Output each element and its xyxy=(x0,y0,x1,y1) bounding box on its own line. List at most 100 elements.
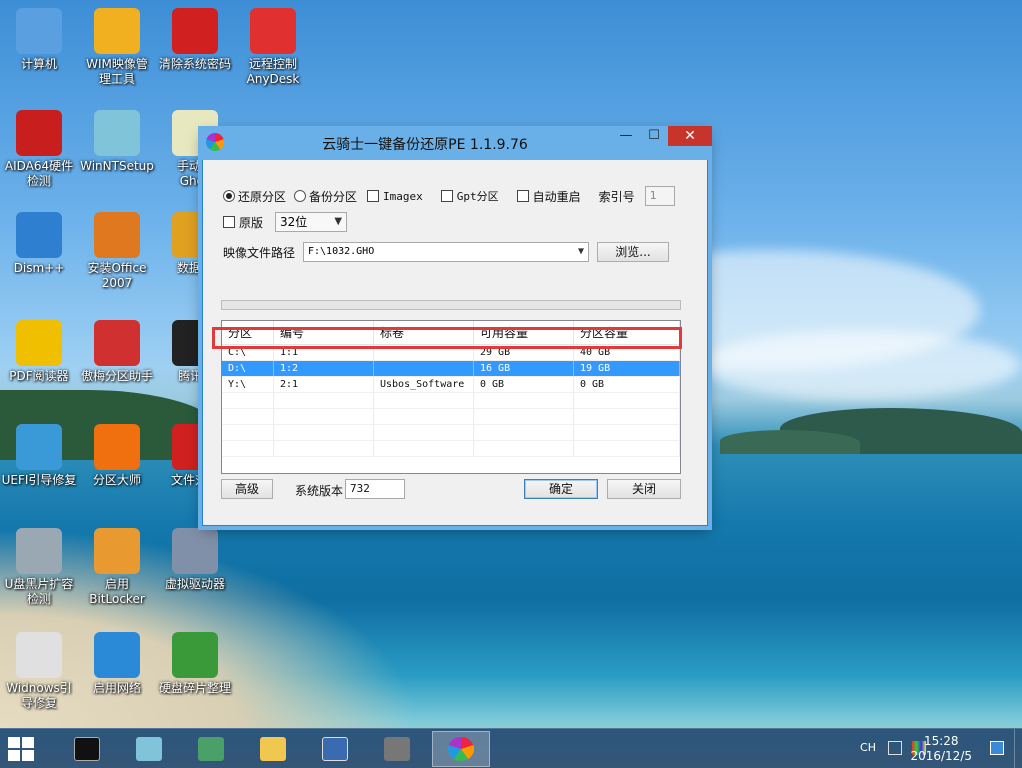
image-path-value: F:\1032.GHO xyxy=(308,246,375,257)
title-bar[interactable]: 云骑士一键备份还原PE 1.1.9.76 — ☐ ✕ xyxy=(198,126,712,160)
table-cell xyxy=(474,441,574,456)
desktop-icon-wim-manager[interactable]: WIM映像管 理工具 xyxy=(78,8,156,87)
gpt-label: Gpt分区 xyxy=(456,190,499,203)
table-cell xyxy=(374,409,474,424)
desktop-icon-network[interactable]: 启用网络 xyxy=(78,632,156,696)
partition-table[interactable]: 分区 编号 标卷 可用容量 分区容量 C:\ 1:1 29 GB 40 GB D:\ 1:… xyxy=(221,320,681,474)
table-cell: Y:\ xyxy=(222,377,274,392)
desktop-icon-aida64[interactable]: AIDA64硬件 检测 xyxy=(0,110,78,189)
start-button[interactable] xyxy=(8,737,34,761)
index-label: 索引号 xyxy=(598,189,635,204)
desktop-icon-pdf-reader[interactable]: PDF阅读器 xyxy=(0,320,78,384)
radio-checked-icon xyxy=(223,190,235,202)
desktop-icon-label: UEFI引导修复 xyxy=(1,473,77,487)
show-desktop-button[interactable] xyxy=(1014,729,1022,768)
desktop-icon-usb-check[interactable]: U盘黑片扩容 检测 xyxy=(0,528,78,607)
table-cell: 1:1 xyxy=(274,345,374,360)
taskbar-network[interactable] xyxy=(182,731,240,767)
column-header[interactable]: 编号 xyxy=(274,321,374,344)
table-row[interactable] xyxy=(222,425,680,441)
table-cell xyxy=(222,425,274,440)
desktop-icon-office2007[interactable]: 安装Office 2007 xyxy=(78,212,156,291)
close-button[interactable]: 关闭 xyxy=(607,479,681,499)
table-cell xyxy=(474,425,574,440)
restore-radio[interactable]: 还原分区 xyxy=(223,188,286,205)
index-input[interactable]: 1 xyxy=(644,186,675,206)
taskbar-backup-app[interactable] xyxy=(432,731,490,767)
desktop-icon-bitlocker[interactable]: 启用 BitLocker xyxy=(78,528,156,607)
bits-select[interactable]: 32位 ▼ xyxy=(275,212,348,232)
column-header[interactable]: 标卷 xyxy=(374,321,474,344)
notification-icon[interactable] xyxy=(990,741,1004,755)
auto-restart-checkbox[interactable]: 自动重启 xyxy=(516,188,581,205)
browse-button[interactable]: 浏览... xyxy=(597,242,669,262)
image-path-select[interactable]: F:\1032.GHO ▼ xyxy=(303,242,589,262)
table-body: C:\ 1:1 29 GB 40 GB D:\ 1:2 16 GB 19 GB Y:\ 2:1 Us… xyxy=(222,345,680,457)
desktop-icon-windows-repair[interactable]: Widnows引 导修复 xyxy=(0,632,78,711)
desktop-icon-label: 启用网络 xyxy=(92,681,141,695)
desktop-icon-label: 启用 BitLocker xyxy=(89,577,145,606)
ok-button[interactable]: 确定 xyxy=(524,479,598,499)
table-cell: D:\ xyxy=(222,361,274,376)
table-cell xyxy=(274,425,374,440)
imagex-checkbox[interactable]: Imagex xyxy=(367,190,423,203)
desktop-icon-defrag[interactable]: 硬盘碎片整理 xyxy=(156,632,234,696)
auto-restart-label: 自动重启 xyxy=(532,189,581,204)
desktop-icon-diskgenius[interactable]: 分区大师 xyxy=(78,424,156,488)
system-version-input[interactable]: 732 xyxy=(345,479,405,499)
table-row[interactable] xyxy=(222,393,680,409)
desktop-icon-anydesk[interactable]: 远程控制 AnyDesk xyxy=(234,8,312,87)
system-version-label: 系统版本 xyxy=(295,484,344,498)
clock[interactable]: 15:28 2016/12/5 xyxy=(910,734,972,764)
maximize-button[interactable]: ☐ xyxy=(640,126,668,146)
restore-label: 还原分区 xyxy=(238,189,287,204)
table-cell: 40 GB xyxy=(574,345,680,360)
table-cell xyxy=(374,361,474,376)
table-row[interactable]: C:\ 1:1 29 GB 40 GB xyxy=(222,345,680,361)
desktop-icon-winntsetup[interactable]: WinNTSetup xyxy=(78,110,156,174)
table-row[interactable]: D:\ 1:2 16 GB 19 GB xyxy=(222,361,680,377)
taskbar-explorer[interactable] xyxy=(244,731,302,767)
uefi-repair-icon xyxy=(16,424,62,470)
backup-label: 备份分区 xyxy=(309,189,358,204)
screenshot-icon xyxy=(322,737,348,761)
backup-radio[interactable]: 备份分区 xyxy=(294,188,357,205)
desktop-icon-computer[interactable]: 计算机 xyxy=(0,8,78,72)
minimize-button[interactable]: — xyxy=(612,126,640,146)
diskgenius-icon xyxy=(94,424,140,470)
checkbox-icon xyxy=(440,190,453,202)
desktop-icon-virtual-drive[interactable]: 虚拟驱动器 xyxy=(156,528,234,592)
column-header[interactable]: 分区 xyxy=(222,321,274,344)
window-title: 云骑士一键备份还原PE 1.1.9.76 xyxy=(322,137,528,153)
gpt-checkbox[interactable]: Gpt分区 xyxy=(440,188,499,204)
desktop-icon-label: U盘黑片扩容 检测 xyxy=(4,577,74,606)
desktop-icon-label: 清除系统密码 xyxy=(158,57,231,71)
desktop-icon-dism[interactable]: Dism++ xyxy=(0,212,78,276)
column-header[interactable]: 分区容量 xyxy=(574,321,680,344)
table-row[interactable]: Y:\ 2:1 Usbos_Software 0 GB 0 GB xyxy=(222,377,680,393)
taskbar-cmd[interactable] xyxy=(58,731,116,767)
desktop-icon-clear-password[interactable]: 清除系统密码 xyxy=(156,8,234,72)
close-window-button[interactable]: ✕ xyxy=(668,126,712,146)
column-header[interactable]: 可用容量 xyxy=(474,321,574,344)
taskbar-screenshot[interactable] xyxy=(306,731,364,767)
table-cell: 1:2 xyxy=(274,361,374,376)
table-cell xyxy=(374,425,474,440)
advanced-button[interactable]: 高级 xyxy=(221,479,273,499)
table-cell xyxy=(574,441,680,456)
network-icon xyxy=(198,737,224,761)
clear-password-icon xyxy=(172,8,218,54)
table-row[interactable] xyxy=(222,441,680,457)
keyboard-icon[interactable] xyxy=(888,741,902,755)
bits-value: 32位 xyxy=(280,215,308,229)
desktop-icon-uefi-repair[interactable]: UEFI引导修复 xyxy=(0,424,78,488)
original-checkbox[interactable]: 原版 xyxy=(223,214,263,231)
taskbar-winntsetup[interactable] xyxy=(120,731,178,767)
desktop-icon-partition-assistant[interactable]: 傲梅分区助手 xyxy=(78,320,156,384)
desktop-icon-label: 傲梅分区助手 xyxy=(80,369,153,383)
desktop-icon-label: 硬盘碎片整理 xyxy=(158,681,231,695)
table-cell xyxy=(222,409,274,424)
table-row[interactable] xyxy=(222,409,680,425)
language-indicator[interactable]: CH xyxy=(860,741,876,754)
taskbar-memory[interactable] xyxy=(368,731,426,767)
